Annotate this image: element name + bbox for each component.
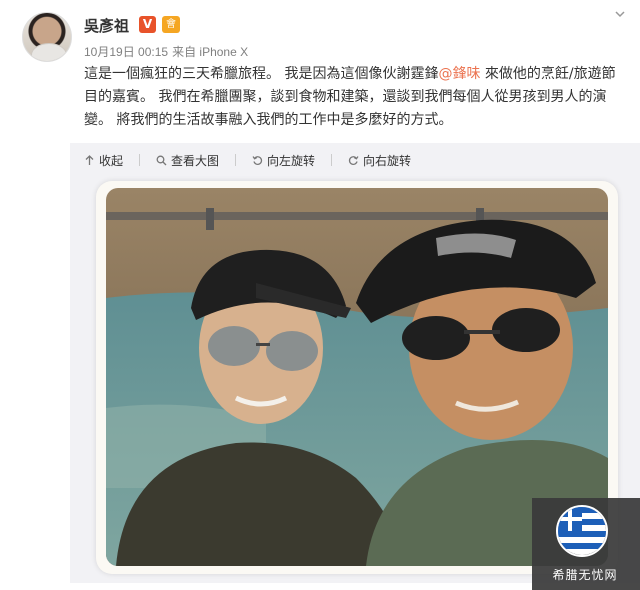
post-text-part1: 這是一個瘋狂的三天希臘旅程。 我是因為這個像伙謝霆鋒 bbox=[84, 66, 439, 82]
collapse-button[interactable]: 收起 bbox=[84, 152, 123, 169]
view-large-label: 查看大图 bbox=[171, 153, 220, 168]
greek-flag-icon bbox=[556, 505, 608, 557]
verified-icon: V bbox=[139, 16, 156, 33]
rotate-right-icon bbox=[348, 155, 359, 165]
post-meta: 10月19日 00:15 来自 iPhone X bbox=[84, 43, 248, 60]
rotate-right-label: 向右旋转 bbox=[363, 153, 412, 168]
rotate-left-button[interactable]: 向左旋转 bbox=[252, 152, 315, 169]
search-icon bbox=[156, 155, 167, 165]
post-text: 這是一個瘋狂的三天希臘旅程。 我是因為這個像伙謝霆鋒@鋒味 來做他的烹飪/旅遊節… bbox=[84, 63, 624, 132]
toolbar-divider bbox=[331, 154, 333, 166]
toolbar-divider bbox=[139, 154, 141, 166]
rotate-left-icon bbox=[252, 155, 263, 165]
rotate-left-label: 向左旋转 bbox=[267, 153, 316, 168]
collapse-icon bbox=[85, 154, 94, 165]
post-date[interactable]: 10月19日 00:15 bbox=[84, 45, 168, 59]
mention-link[interactable]: @鋒味 bbox=[438, 66, 480, 82]
rotate-right-button[interactable]: 向右旋转 bbox=[348, 152, 411, 169]
view-large-button[interactable]: 查看大图 bbox=[156, 152, 219, 169]
chevron-down-icon[interactable] bbox=[614, 8, 626, 20]
watermark-text: 希腊无忧网 bbox=[552, 568, 618, 582]
collapse-label: 收起 bbox=[99, 153, 124, 168]
post-source: 来自 iPhone X bbox=[172, 45, 249, 59]
avatar[interactable] bbox=[22, 12, 72, 62]
toolbar-divider bbox=[235, 154, 237, 166]
image-toolbar: 收起 查看大图 向左旋转 向右旋转 bbox=[84, 151, 427, 169]
member-icon: 會 bbox=[162, 16, 180, 33]
username[interactable]: 吳彥祖 bbox=[84, 15, 129, 36]
